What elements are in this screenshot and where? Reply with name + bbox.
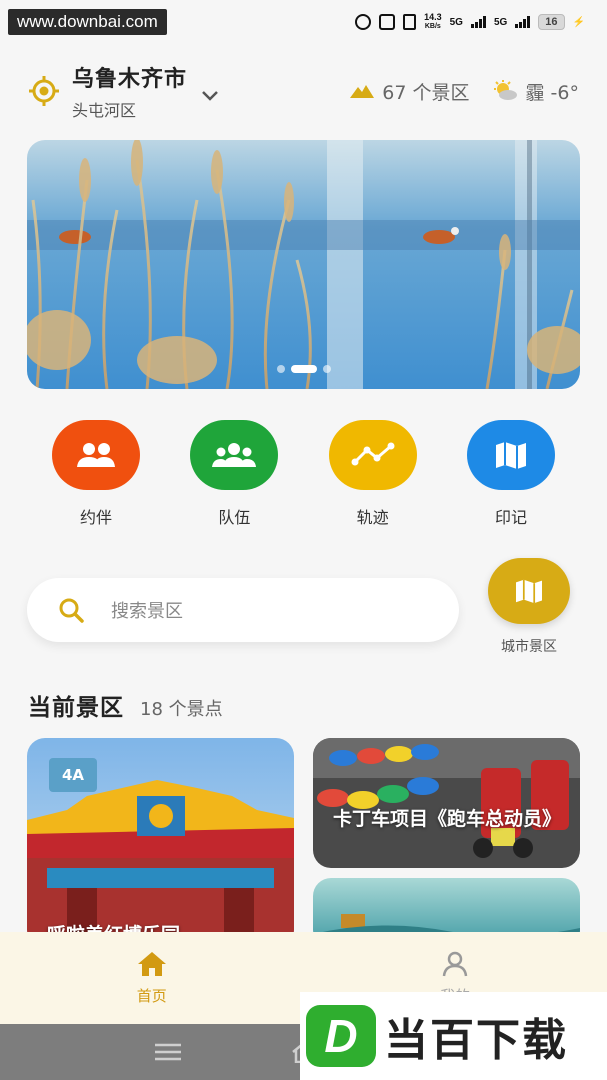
watermark-bottom: D 当百下载 — [300, 992, 607, 1080]
nav-home-label: 首页 — [136, 986, 167, 1005]
net-speed-value: 14.3 — [424, 12, 442, 22]
user-icon — [443, 951, 468, 976]
city-scenic-circle[interactable] — [488, 558, 570, 624]
action-label: 队伍 — [218, 508, 251, 527]
action-team[interactable]: 队伍 — [190, 420, 279, 528]
action-track[interactable]: 轨迹 — [328, 420, 417, 528]
signal-label-1: 5G — [449, 16, 463, 28]
net-speed: 14.3 KB/s — [424, 13, 442, 31]
home-icon — [137, 951, 166, 976]
nav-home[interactable]: 首页 — [0, 932, 304, 1024]
watermark-logo: D — [306, 1005, 376, 1067]
mountain-icon — [350, 85, 375, 98]
action-find-partner[interactable]: 约伴 — [52, 420, 140, 528]
district-name: 头屯河区 — [72, 101, 137, 120]
city-scenic-label: 城市景区 — [501, 639, 557, 655]
header: 乌鲁木齐市 头屯河区 67 个景区 霾 -6° — [28, 58, 579, 124]
location-icon[interactable] — [28, 75, 60, 107]
battery-indicator: 16 — [538, 14, 565, 30]
search-placeholder: 搜索景区 — [111, 601, 183, 622]
alarm-icon — [355, 14, 372, 30]
charging-icon: ⚡ — [572, 16, 585, 28]
track-icon — [351, 442, 395, 466]
map-icon — [516, 579, 542, 604]
chevron-down-icon[interactable] — [201, 87, 219, 106]
search-icon — [59, 598, 84, 623]
scenic-card-image — [313, 738, 580, 868]
section-header: 当前景区 18 个景点 — [28, 688, 223, 722]
watermark-text: 当百下载 — [384, 1015, 568, 1066]
weather-text: 霾 -6° — [525, 81, 579, 104]
scenic-count: 67 个景区 — [350, 78, 470, 105]
carousel-dot[interactable] — [322, 365, 331, 373]
banner-carousel[interactable] — [27, 140, 580, 389]
scenic-card[interactable]: 卡丁车项目《跑车总动员》 — [313, 738, 580, 868]
carousel-dots — [27, 365, 580, 373]
section-title: 当前景区 — [28, 695, 124, 721]
banner-image — [27, 140, 580, 389]
action-label: 印记 — [494, 508, 527, 527]
menu-icon[interactable] — [155, 1043, 181, 1061]
scenic-card-title: 卡丁车项目《跑车总动员》 — [333, 808, 562, 830]
carousel-dot[interactable] — [276, 365, 285, 373]
action-circle[interactable] — [328, 420, 417, 490]
signal-icon-2 — [515, 16, 531, 28]
quick-actions: 约伴 队伍 轨迹 印记 — [52, 420, 555, 528]
people-icon — [77, 443, 115, 467]
search-bar[interactable]: 搜索景区 — [27, 578, 459, 642]
weather: 霾 -6° — [492, 78, 579, 105]
action-circle[interactable] — [190, 420, 279, 490]
action-circle[interactable] — [466, 420, 555, 490]
watermark-top: www.downbai.com — [8, 9, 167, 35]
haze-weather-icon — [493, 80, 517, 100]
rating-badge: 4A — [49, 758, 98, 792]
action-label: 约伴 — [79, 508, 112, 527]
battery-level: 16 — [545, 16, 558, 28]
net-speed-unit: KB/s — [424, 23, 441, 30]
team-icon — [212, 443, 257, 467]
action-label: 轨迹 — [356, 508, 389, 527]
sim-icon — [403, 14, 417, 30]
action-mark[interactable]: 印记 — [466, 420, 555, 528]
city-name: 乌鲁木齐市 — [72, 67, 188, 92]
city-selector[interactable]: 乌鲁木齐市 头屯河区 — [72, 61, 187, 121]
mute-icon — [379, 14, 396, 30]
map-icon — [495, 442, 526, 469]
action-circle[interactable] — [52, 420, 140, 490]
city-scenic-button[interactable]: 城市景区 — [488, 558, 570, 656]
section-count: 18 个景点 — [140, 699, 223, 720]
signal-icon-1 — [470, 16, 486, 28]
scenic-card[interactable]: 4A 呼啦盖红博乐园 — [27, 738, 294, 948]
scenic-count-text: 67 个景区 — [382, 81, 470, 104]
status-bar: www.downbai.com 14.3 KB/s 5G 5G 16 ⚡ — [0, 0, 607, 44]
carousel-dot[interactable] — [290, 365, 317, 373]
signal-label-2: 5G — [493, 16, 508, 28]
status-icons: 14.3 KB/s 5G 5G 16 ⚡ — [355, 13, 585, 31]
